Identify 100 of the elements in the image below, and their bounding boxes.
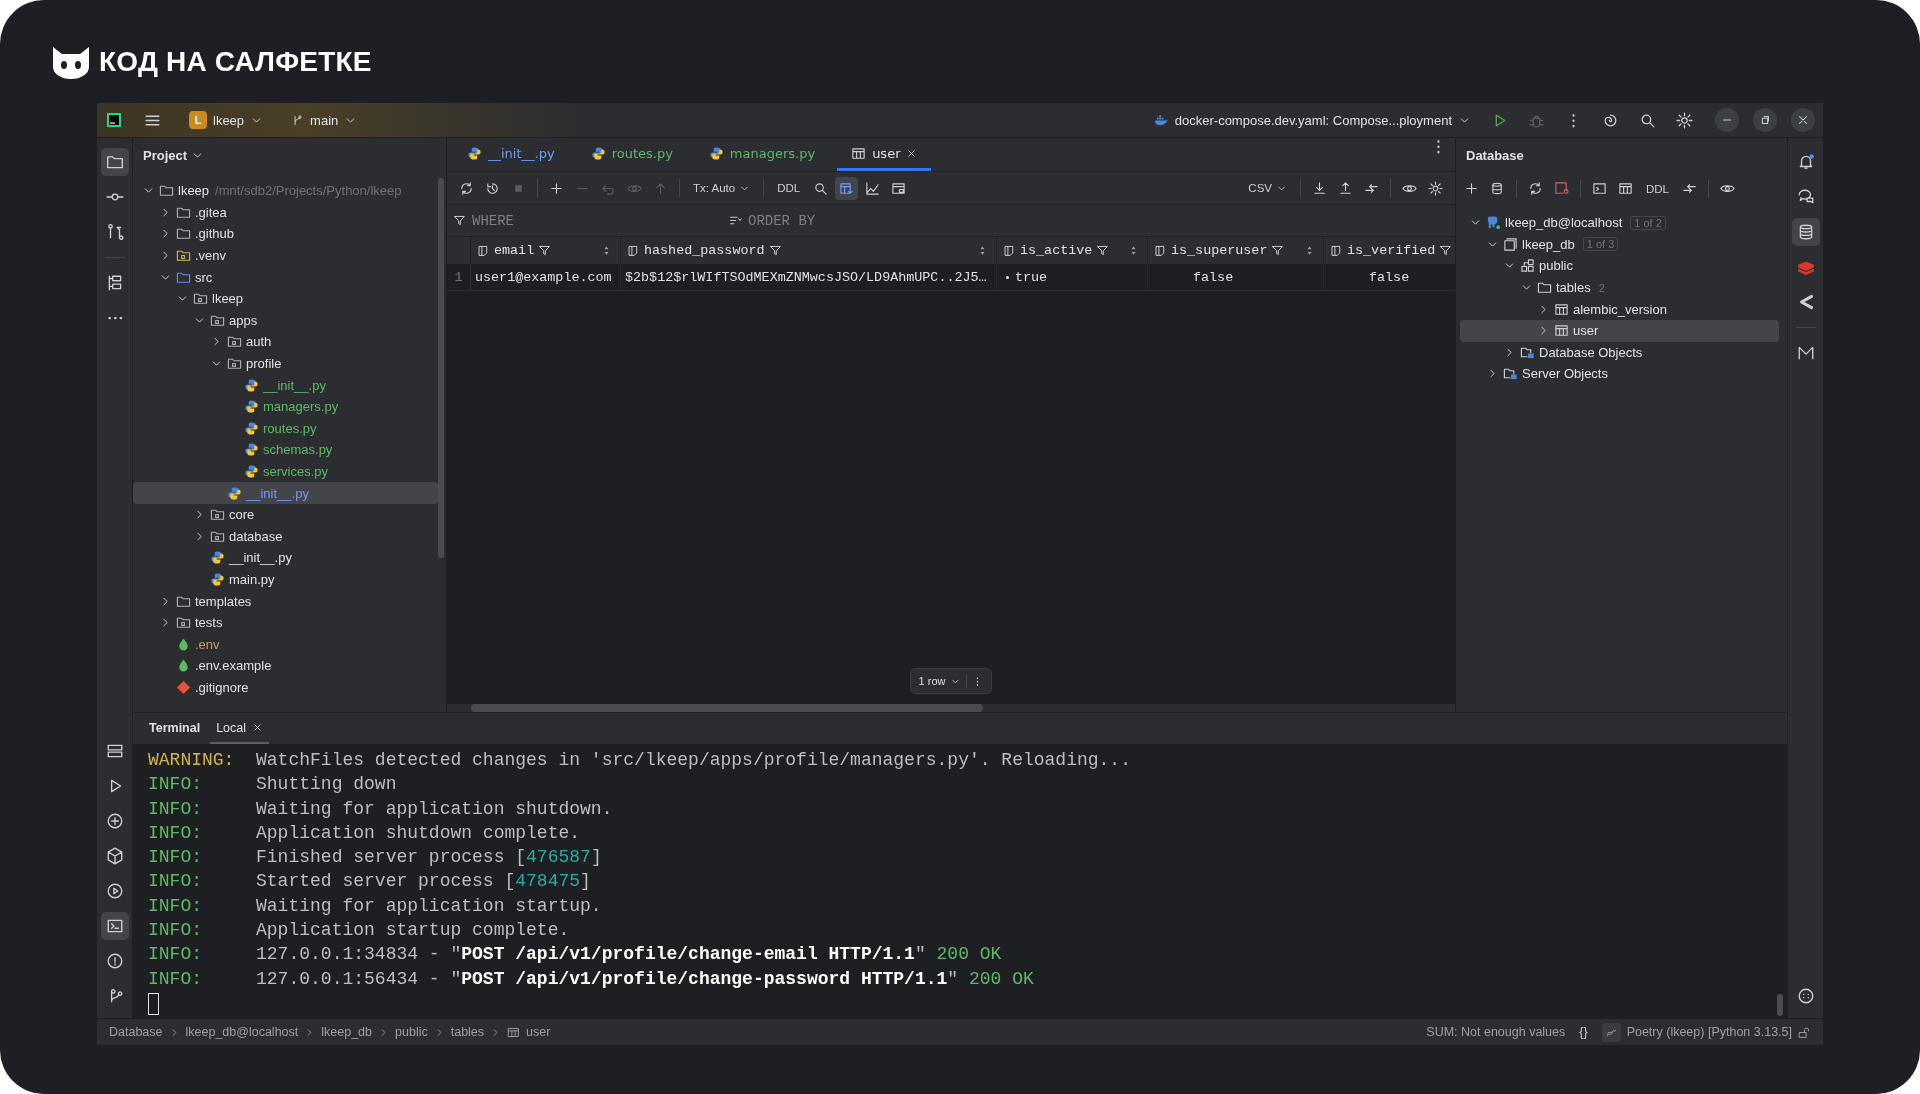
column-header[interactable]: is_active [996, 237, 1147, 264]
tree-item[interactable]: core [133, 503, 438, 526]
tree-item[interactable]: .github [133, 223, 438, 245]
tree-item[interactable]: Database Objects [1460, 341, 1779, 364]
tree-item[interactable]: routes.py [133, 417, 438, 440]
breadcrumb[interactable]: lkeep_db@localhost [185, 1025, 299, 1039]
transaction-mode-dropdown[interactable]: Tx: Auto [687, 180, 757, 196]
tree-item-label: routes.py [263, 420, 317, 436]
tree-item[interactable]: auth [133, 331, 438, 353]
filter-icon[interactable] [768, 244, 782, 257]
terminal-tab[interactable]: Local [210, 713, 270, 744]
database-icon[interactable] [1791, 218, 1820, 246]
folder-icon [210, 507, 225, 523]
tree-item[interactable]: main.py [133, 568, 438, 591]
row-number: 1 [453, 268, 464, 287]
restore-icon[interactable] [1753, 108, 1777, 132]
tree-item[interactable]: database [133, 525, 438, 548]
tree-item[interactable]: src [133, 266, 438, 288]
filter-icon[interactable] [1096, 244, 1110, 257]
breadcrumb[interactable]: user [526, 1025, 551, 1039]
filter-icon[interactable] [1271, 244, 1285, 257]
tree-item[interactable]: __init__.py [133, 374, 438, 396]
tree-item[interactable]: lkeep_db@localhost 1 of 2 [1460, 212, 1779, 234]
tree-item[interactable]: alembic_version [1460, 298, 1779, 320]
scrollbar-thumb[interactable] [1777, 994, 1783, 1016]
breadcrumb[interactable]: public [395, 1025, 428, 1039]
project-name: lkeep [213, 112, 245, 128]
close-icon[interactable] [252, 722, 264, 733]
order-by-field[interactable]: ORDER BY [748, 212, 816, 229]
terminal-tab[interactable]: Terminal [143, 713, 207, 744]
tree-item[interactable]: templates [133, 590, 438, 612]
column-header[interactable]: is_superuser [1147, 237, 1323, 264]
run-configuration[interactable]: docker-compose.dev.yaml: Compose...ployment [1145, 108, 1479, 132]
python-icon [708, 145, 724, 161]
tree-item[interactable]: .gitea [133, 201, 438, 224]
tree-item[interactable]: tables 2 [1460, 276, 1779, 299]
tree-item[interactable]: .env.example [133, 655, 438, 677]
editor-tab[interactable]: __init__.py [453, 138, 569, 171]
cat-logo-icon [51, 44, 91, 79]
editor-tab[interactable]: routes.py [576, 138, 687, 171]
scrollbar-thumb[interactable] [438, 178, 444, 558]
tree-item[interactable]: Server Objects [1460, 363, 1779, 385]
tree-item[interactable]: .gitignore [133, 676, 438, 699]
tree-item-label: __init__.py [263, 377, 326, 393]
terminal-icon[interactable] [100, 912, 129, 940]
lock-icon[interactable] [1798, 1025, 1811, 1039]
snake-icon[interactable] [1601, 1022, 1621, 1042]
tree-item[interactable]: __init__.py [133, 547, 438, 569]
panel-title[interactable]: Project [143, 147, 188, 163]
breadcrumb[interactable]: tables [450, 1025, 485, 1039]
tree-item[interactable]: apps [133, 309, 438, 332]
column-icon [1154, 244, 1167, 257]
folder-icon [227, 334, 242, 350]
tree-item[interactable]: schemas.py [133, 439, 438, 461]
tree-item-label: user [1573, 323, 1599, 339]
tree-item[interactable]: managers.py [133, 395, 438, 418]
sum-status[interactable]: SUM: Not enough values [1426, 1025, 1566, 1039]
tree-item[interactable]: lkeep_db 1 of 3 [1460, 233, 1779, 256]
tree-item[interactable]: .venv [133, 244, 438, 267]
project-icon[interactable] [100, 148, 129, 176]
tree-item[interactable]: lkeep [133, 287, 438, 310]
close-icon[interactable] [1791, 108, 1815, 132]
ddl-button[interactable]: DDL [771, 180, 807, 196]
branch-selector[interactable]: main [283, 108, 366, 132]
whale-icon [1153, 112, 1169, 128]
tree-item-label: src [195, 269, 213, 285]
tree-item[interactable]: lkeep /mnt/sdb2/Projects/Python/lkeep [133, 180, 438, 202]
tree-item[interactable]: services.py [133, 460, 438, 483]
column-header[interactable]: email [470, 237, 620, 264]
tree-item[interactable]: tests [133, 611, 438, 634]
editor-tab[interactable]: managers.py [694, 138, 830, 171]
tree-item-label: public [1539, 258, 1573, 274]
ddl-button[interactable]: DDL [1640, 180, 1675, 197]
breadcrumb[interactable]: lkeep_db [321, 1025, 373, 1039]
python-icon [210, 572, 225, 587]
breadcrumb[interactable]: Database [109, 1025, 163, 1039]
tree-item-label: core [229, 507, 255, 523]
tree-item[interactable]: __init__.py [133, 482, 438, 504]
row-count-pill[interactable]: 1 row [909, 668, 993, 694]
braces-status[interactable]: {} [1579, 1025, 1588, 1039]
tree-item[interactable]: public [1460, 255, 1779, 277]
grid-filter-icon[interactable] [835, 176, 859, 200]
filter-icon[interactable] [1439, 244, 1453, 257]
scrollbar-thumb[interactable] [471, 704, 983, 712]
app-logo-icon[interactable] [106, 112, 122, 128]
interpreter-status[interactable]: Poetry (lkeep) [Python 3.13.5] [1626, 1025, 1792, 1039]
minimize-icon[interactable] [1715, 108, 1739, 132]
column-header[interactable]: hashed_password [620, 237, 996, 264]
table-icon [1554, 301, 1569, 317]
close-icon[interactable] [906, 147, 918, 159]
table-cell: true [996, 264, 1147, 290]
project-selector[interactable]: L lkeep [181, 107, 272, 133]
tree-item[interactable]: .env [133, 633, 438, 656]
tree-item[interactable]: user [1460, 319, 1779, 342]
tree-item[interactable]: profile [133, 352, 438, 375]
filter-icon[interactable] [538, 244, 552, 257]
column-header[interactable]: is_verified [1323, 237, 1455, 264]
column-icon [1003, 244, 1016, 257]
item-count: 2 [1598, 281, 1605, 294]
export-format-dropdown[interactable]: CSV [1242, 180, 1293, 196]
